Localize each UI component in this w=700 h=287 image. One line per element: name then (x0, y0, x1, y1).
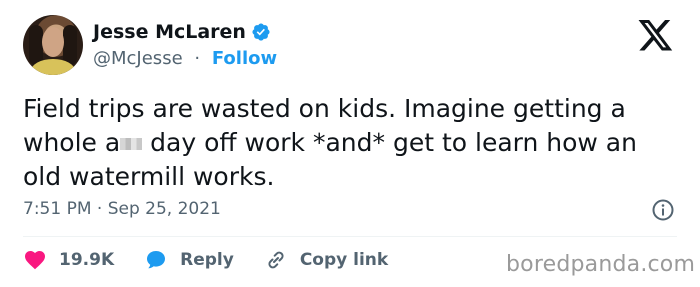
tweet-card: Jesse McLaren @McJesse · Follow Field tr… (0, 0, 700, 287)
censor-blur (120, 138, 143, 150)
author-name-row: Jesse McLaren (93, 21, 271, 43)
action-bar: 19.9K Reply Copy link (23, 247, 418, 273)
x-logo-icon[interactable] (638, 20, 674, 52)
info-icon[interactable] (651, 198, 675, 222)
author-handle-row: @McJesse · Follow (93, 48, 277, 69)
copy-link-label: Copy link (299, 250, 389, 270)
author-handle[interactable]: @McJesse (93, 48, 183, 69)
reply-bubble-icon (147, 251, 166, 269)
tweet-timestamp[interactable]: 7:51 PM · Sep 25, 2021 (23, 199, 221, 219)
avatar[interactable] (23, 15, 83, 75)
verified-badge-icon (252, 23, 270, 41)
divider (23, 236, 677, 237)
reply-label: Reply (180, 250, 234, 270)
author-display-name[interactable]: Jesse McLaren (93, 21, 246, 43)
watermark: boredpanda.com (506, 252, 696, 277)
tweet-text: Field trips are wasted on kids. Imagine … (23, 92, 673, 194)
separator-dot: · (194, 48, 201, 69)
copy-link-button[interactable]: Copy link (264, 248, 388, 272)
heart-icon (25, 251, 45, 270)
likes-count: 19.9K (59, 250, 115, 270)
link-icon (268, 251, 284, 269)
reply-button[interactable]: Reply (144, 248, 234, 272)
follow-button[interactable]: Follow (212, 48, 277, 69)
like-button[interactable]: 19.9K (23, 248, 114, 272)
